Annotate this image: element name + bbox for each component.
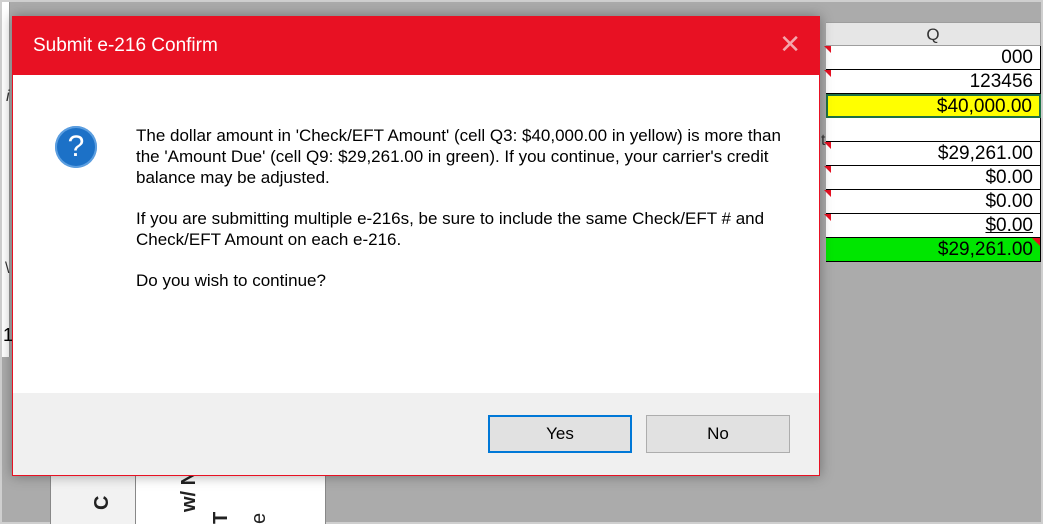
comment-marker	[824, 46, 831, 53]
cell-q7[interactable]: $0.00	[824, 190, 1041, 214]
message-paragraph-2: If you are submitting multiple e-216s, b…	[136, 209, 765, 249]
vertical-text-wn: w/ N	[178, 470, 200, 512]
comment-marker	[824, 70, 831, 77]
message-paragraph-3: Do you wish to continue?	[136, 271, 326, 290]
comment-marker	[824, 214, 831, 221]
sheet-header-cell-left[interactable]: C	[50, 468, 136, 524]
yes-button[interactable]: Yes	[488, 415, 632, 453]
cell-q6[interactable]: $0.00	[824, 166, 1041, 190]
cell-q8[interactable]: $0.00	[824, 214, 1041, 238]
sheet-header-cell-mid[interactable]: w/ N T e	[136, 468, 326, 524]
left-edge-char-3: \	[5, 260, 10, 277]
spreadsheet-left-column	[2, 2, 10, 357]
comment-marker	[824, 190, 831, 197]
message-paragraph-1: The dollar amount in 'Check/EFT Amount' …	[136, 126, 781, 187]
question-icon: ?	[55, 126, 97, 168]
cell-q9-amount-due[interactable]: $29,261.00	[826, 238, 1041, 262]
column-header-q[interactable]: Q	[826, 22, 1041, 46]
dialog-title: Submit e-216 Confirm	[33, 35, 218, 56]
vertical-text-e: e	[248, 512, 270, 524]
dialog-titlebar[interactable]: Submit e-216 Confirm ✕	[13, 17, 819, 75]
comment-marker	[824, 142, 831, 149]
left-edge-char-1: i	[6, 88, 10, 105]
cell-q5[interactable]: $29,261.00	[824, 142, 1041, 166]
vertical-text-t: T	[210, 511, 232, 524]
no-button[interactable]: No	[646, 415, 790, 453]
dialog-message: The dollar amount in 'Check/EFT Amount' …	[136, 125, 796, 311]
cell-q3-check-eft-amount[interactable]: $40,000.00	[826, 94, 1041, 118]
vertical-text-c: C	[91, 495, 113, 510]
cell-q2[interactable]: 123456	[824, 70, 1041, 94]
confirm-dialog: Submit e-216 Confirm ✕ ? The dollar amou…	[12, 16, 820, 476]
dialog-footer: Yes No	[13, 393, 819, 475]
close-icon[interactable]: ✕	[779, 31, 801, 57]
dialog-body: ? The dollar amount in 'Check/EFT Amount…	[13, 75, 819, 395]
cell-q1[interactable]: 000	[824, 46, 1041, 70]
comment-marker	[824, 166, 831, 173]
spreadsheet-cells: 000 123456 $40,000.00 $29,261.00 $0.00 $…	[824, 46, 1041, 262]
comment-marker	[1032, 238, 1040, 246]
cell-q4[interactable]	[826, 118, 1041, 142]
